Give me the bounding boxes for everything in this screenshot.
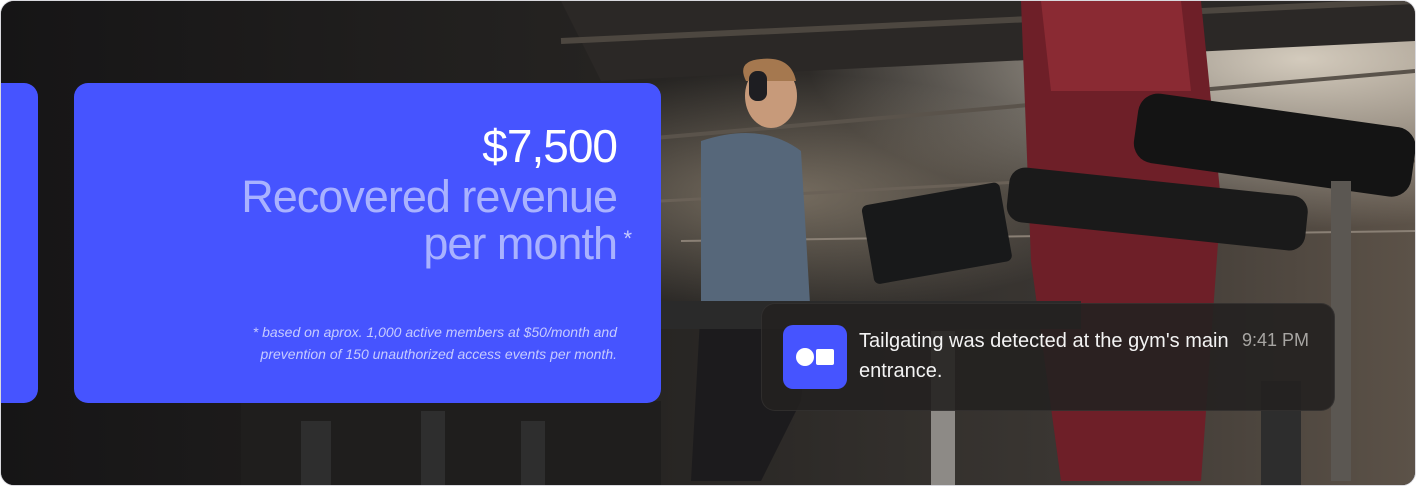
hero-banner: $7,500 Recovered revenue per month * * b…: [0, 0, 1416, 486]
camera-logo-icon: [783, 325, 847, 389]
footnote-asterisk: *: [623, 226, 632, 251]
revenue-headline: Recovered revenue per month: [241, 171, 618, 269]
notification-time: 9:41 PM: [1241, 330, 1309, 350]
side-card-peek: [1, 83, 38, 403]
revenue-amount: $7,500: [482, 120, 618, 172]
revenue-stat-card: $7,500 Recovered revenue per month * * b…: [74, 83, 661, 403]
tailgating-notification[interactable]: Tailgating was detected at the gym's mai…: [761, 303, 1335, 411]
notification-message: Tailgating was detected at the gym's mai…: [859, 330, 1229, 382]
revenue-footnote: * based on aprox. 1,000 active members a…: [252, 324, 617, 362]
